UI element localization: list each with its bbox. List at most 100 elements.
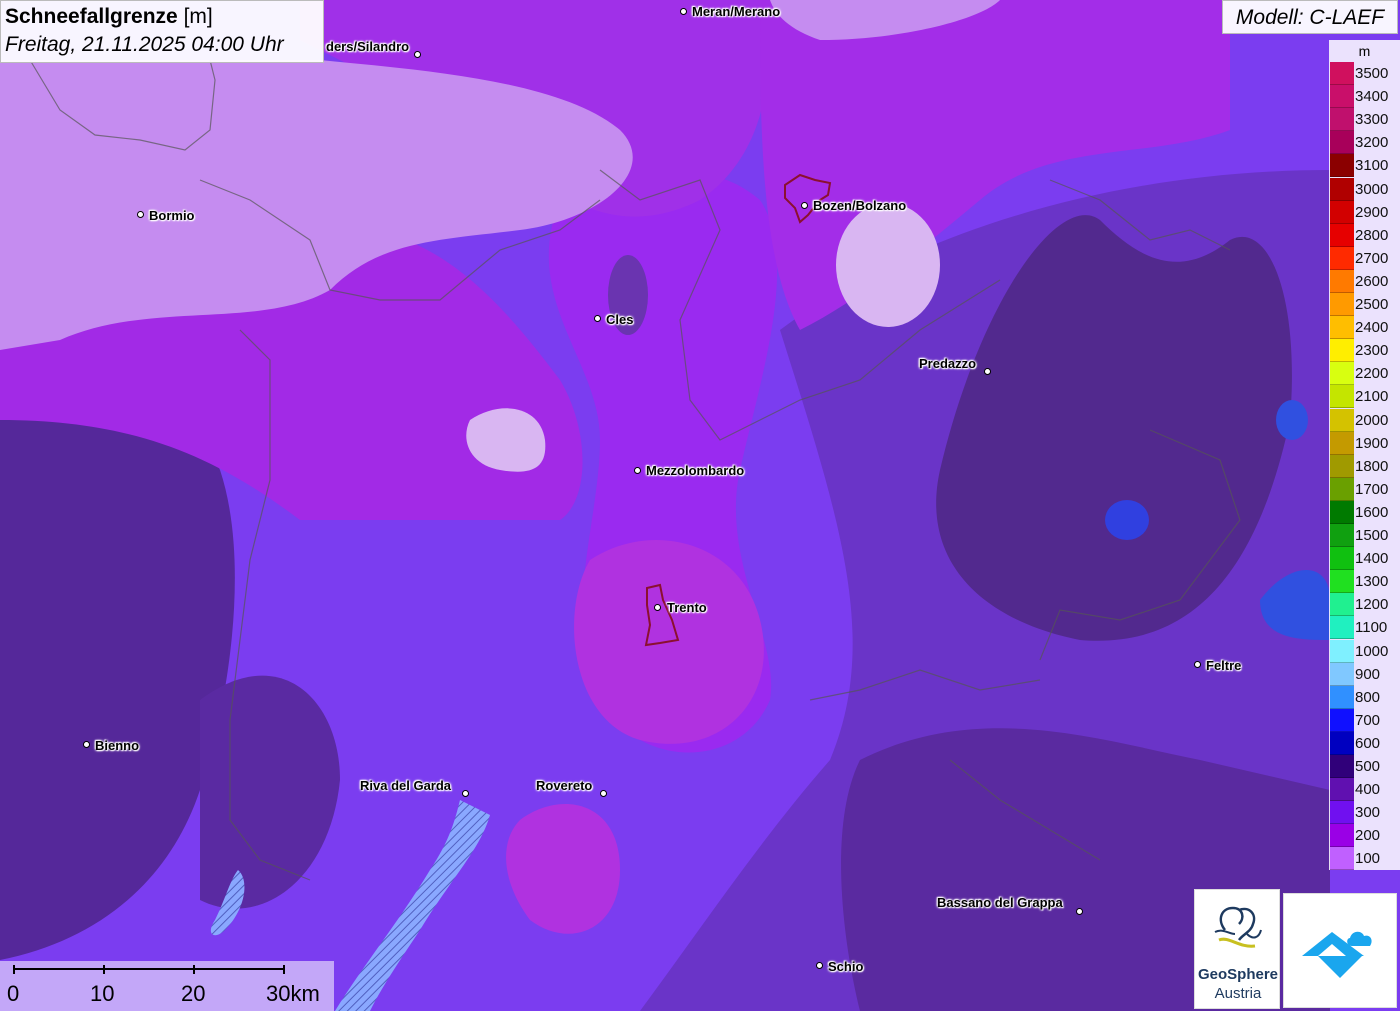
city-label-meran: Meran/Merano xyxy=(692,4,781,19)
scale-label-20: 20 xyxy=(181,981,206,1006)
legend-label: 1400 xyxy=(1355,550,1389,568)
geosphere-logo[interactable]: GeoSphere Austria xyxy=(1194,889,1280,1009)
weather-app-icon xyxy=(1302,931,1372,978)
legend-label: 2300 xyxy=(1355,342,1389,360)
legend-swatch xyxy=(1330,339,1354,363)
legend-swatch xyxy=(1330,593,1354,617)
variable-name: Schneefallgrenze xyxy=(5,5,178,28)
legend-row-1700: 1700 xyxy=(1329,477,1400,501)
legend-swatch xyxy=(1330,62,1354,85)
city-dot-trento xyxy=(654,604,661,611)
legend-label: 1500 xyxy=(1355,527,1389,544)
legend-row-400: 400 xyxy=(1329,778,1400,802)
city-dot-bormio xyxy=(137,211,144,218)
legend-swatch xyxy=(1330,662,1354,686)
legend-label: 1300 xyxy=(1355,573,1389,591)
legend-swatch xyxy=(1330,131,1354,155)
legend-row-1900: 1900 xyxy=(1329,431,1400,455)
city-dot-bienno xyxy=(83,741,90,748)
city-dot-mezzolombardo xyxy=(634,467,641,474)
city-label-silandro: ders/Silandro xyxy=(326,39,410,54)
legend-row-200: 200 xyxy=(1329,824,1400,848)
legend-row-700: 700 xyxy=(1329,708,1400,732)
legend-swatch xyxy=(1330,385,1354,409)
legend-label: 2900 xyxy=(1355,203,1389,221)
legend-label: 2100 xyxy=(1355,388,1389,406)
zone-100m-bolzano xyxy=(836,203,940,327)
city-dot-predazzo xyxy=(984,368,991,375)
city-label-rovereto: Rovereto xyxy=(536,778,593,793)
city-label-schio: Schio xyxy=(828,959,864,974)
city-dot-silandro xyxy=(414,51,421,58)
legend-swatch xyxy=(1330,778,1354,802)
legend-label: 3300 xyxy=(1355,111,1389,129)
legend-row-1100: 1100 xyxy=(1329,616,1400,640)
app-logo[interactable] xyxy=(1283,893,1397,1008)
legend-label: 800 xyxy=(1355,688,1381,706)
legend-row-3000: 3000 xyxy=(1329,177,1400,201)
zone-600m-east xyxy=(1105,500,1149,540)
variable-unit: [m] xyxy=(183,5,213,28)
legend-row-800: 800 xyxy=(1329,685,1400,709)
legend-swatch xyxy=(1330,362,1354,386)
legend-swatch xyxy=(1330,154,1354,178)
legend-row-2700: 2700 xyxy=(1329,246,1400,270)
city-label-trento: Trento xyxy=(667,600,707,615)
legend-row-2400: 2400 xyxy=(1329,316,1400,340)
legend-label: 1100 xyxy=(1355,619,1388,637)
legend-row-3300: 3300 xyxy=(1329,108,1400,132)
legend-label: 1600 xyxy=(1355,503,1389,521)
city-label-predazzo: Predazzo xyxy=(919,356,977,371)
zone-700m-east xyxy=(1276,400,1308,440)
legend-swatch xyxy=(1330,246,1354,270)
legend-swatch xyxy=(1330,454,1354,478)
city-dot-meran xyxy=(680,8,687,15)
city-dot-rovereto xyxy=(600,790,607,797)
geosphere-emblem-icon xyxy=(1214,906,1262,948)
city-dot-riva xyxy=(462,790,469,797)
scale-label-10: 10 xyxy=(90,981,115,1006)
legend-unit: m xyxy=(1358,43,1371,59)
legend-label: 1200 xyxy=(1355,596,1389,614)
scale-label-30km: 30km xyxy=(266,981,320,1006)
legend-label: 3200 xyxy=(1355,134,1389,152)
legend-swatch xyxy=(1330,685,1354,709)
legend-swatch xyxy=(1330,293,1354,316)
legend-label: 3000 xyxy=(1355,180,1389,198)
legend-swatch xyxy=(1330,570,1354,594)
legend-swatch xyxy=(1330,847,1354,871)
city-label-bienno: Bienno xyxy=(95,738,140,753)
legend-label: 900 xyxy=(1355,665,1381,683)
legend-row-2600: 2600 xyxy=(1329,269,1400,293)
legend-label: 2600 xyxy=(1355,272,1389,290)
legend-label: 2700 xyxy=(1355,249,1389,267)
legend-label: 300 xyxy=(1355,804,1381,822)
map-title-box: Schneefallgrenze [m] Freitag, 21.11.2025… xyxy=(0,0,324,63)
legend-swatch xyxy=(1330,824,1354,848)
city-label-bozen: Bozen/Bolzano xyxy=(813,198,907,213)
legend-label: 1000 xyxy=(1355,642,1389,660)
legend-swatch xyxy=(1330,223,1354,247)
city-label-bormio: Bormio xyxy=(149,208,195,223)
legend-row-900: 900 xyxy=(1329,662,1400,686)
legend-swatch xyxy=(1330,200,1354,224)
legend-label: 500 xyxy=(1355,758,1381,775)
legend-swatch xyxy=(1330,85,1354,109)
legend-row-1400: 1400 xyxy=(1329,547,1400,571)
city-label-mezzolombardo: Mezzolombardo xyxy=(646,463,745,478)
legend-row-1000: 1000 xyxy=(1329,639,1400,663)
legend-row-3500: 3500 xyxy=(1329,62,1400,85)
legend-swatch xyxy=(1330,731,1354,755)
map-title: Schneefallgrenze [m] xyxy=(5,3,319,31)
scale-label-0: 0 xyxy=(7,981,20,1006)
legend-row-3100: 3100 xyxy=(1329,154,1400,178)
legend-row-600: 600 xyxy=(1329,731,1400,755)
geosphere-name: GeoSphere xyxy=(1197,966,1279,983)
legend-row-2100: 2100 xyxy=(1329,385,1400,409)
color-legend: m 3500 3400 3300 3200 3100 3000 2900 2800 2700 26… xyxy=(1329,40,1400,871)
legend-swatch xyxy=(1330,524,1354,547)
legend-row-2900: 2900 xyxy=(1329,200,1400,224)
legend-row-1200: 1200 xyxy=(1329,593,1400,617)
snowfall-limit-map[interactable] xyxy=(0,0,1400,1011)
legend-label: 3500 xyxy=(1355,65,1389,82)
